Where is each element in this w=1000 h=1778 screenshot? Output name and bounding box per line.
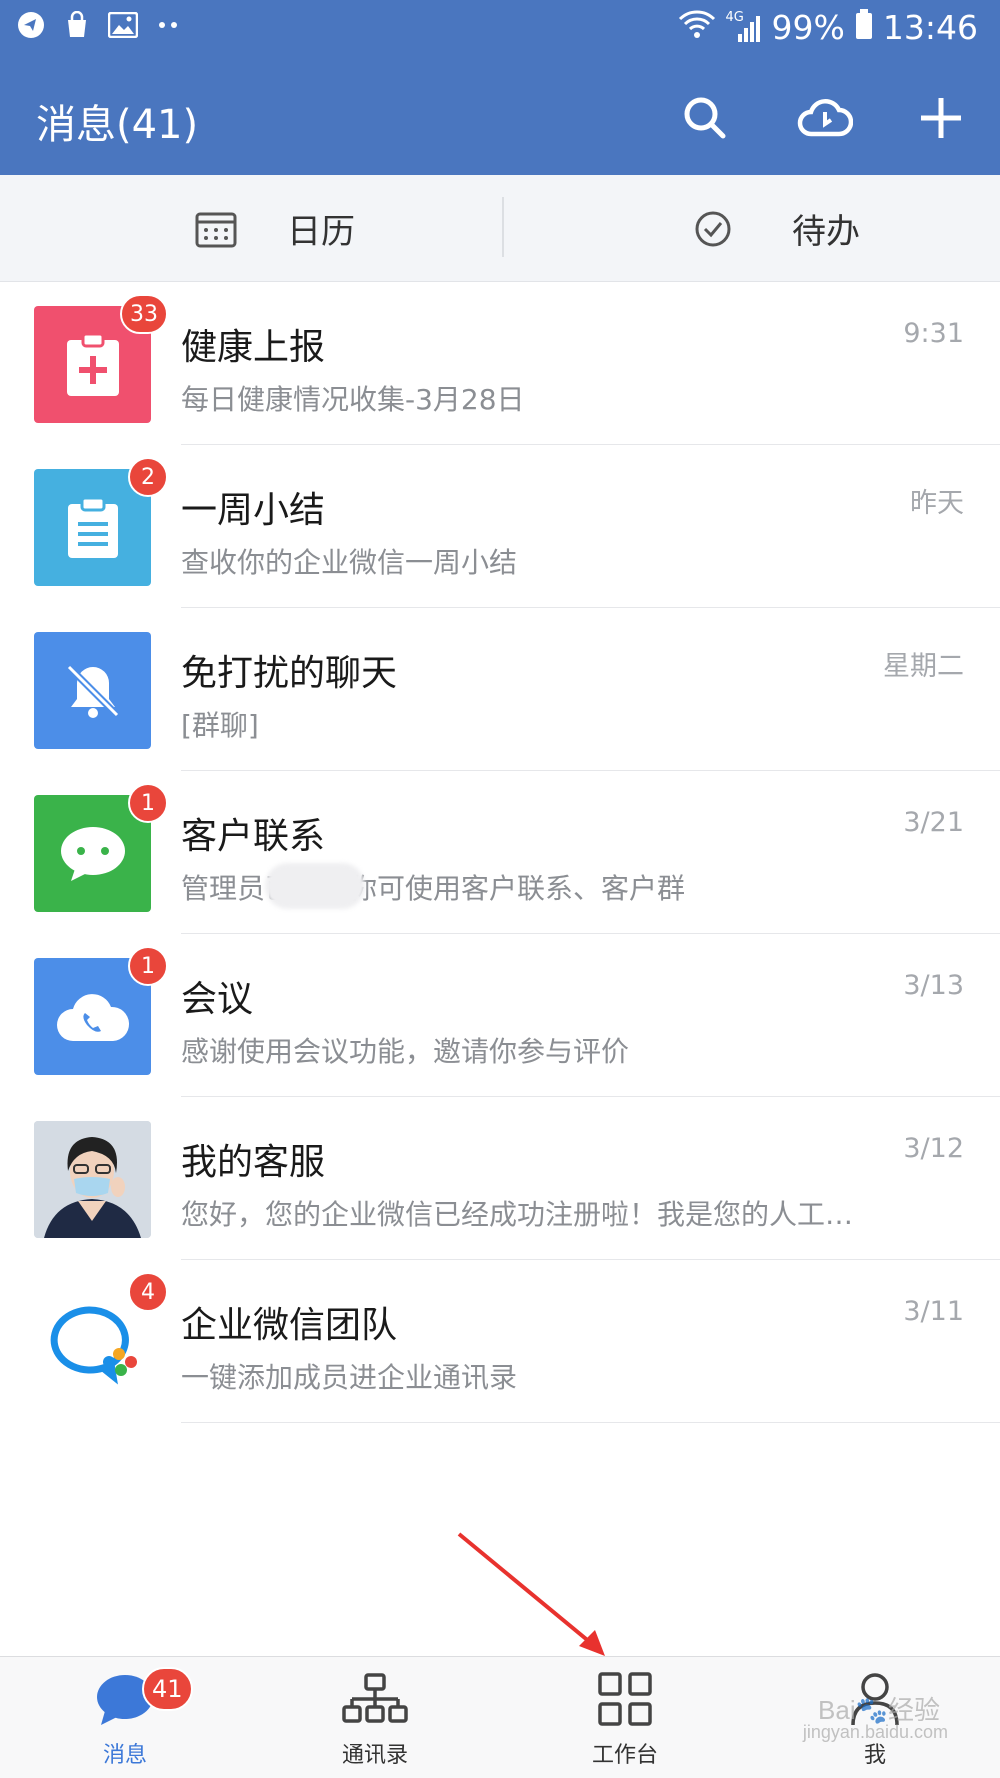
unread-badge: 1	[128, 783, 168, 823]
chat-preview: 每日健康情况收集-3月28日	[181, 383, 525, 416]
gallery-icon	[108, 10, 138, 40]
quick-tabs: 日历 待办	[0, 175, 1000, 282]
list-item[interactable]: 2 一周小结 查收你的企业微信一周小结 昨天	[0, 445, 1000, 608]
grid-icon	[597, 1671, 653, 1731]
status-indicators: 4G 99% 13:46	[678, 8, 978, 47]
bell-muted-icon	[66, 664, 119, 718]
tab-todo-label: 待办	[792, 212, 860, 252]
plus-icon	[921, 98, 961, 138]
chat-avatar: 2	[34, 457, 168, 586]
cell-signal-icon: 4G	[726, 10, 762, 44]
search-button[interactable]	[675, 88, 735, 148]
list-item[interactable]: 免打扰的聊天 [群聊] 星期二	[0, 608, 1000, 771]
nav-messages[interactable]: 41 消息	[0, 1657, 250, 1778]
chat-avatar: 1	[34, 783, 168, 912]
chat-bubble-icon	[60, 826, 125, 881]
unread-badge: 4	[128, 1272, 168, 1312]
cloud-icon	[797, 99, 853, 137]
nav-workbench[interactable]: 工作台	[500, 1657, 750, 1778]
unread-badge: 41	[142, 1667, 193, 1711]
chat-title: 健康上报	[181, 327, 326, 368]
wifi-icon	[678, 8, 716, 47]
chat-avatar	[34, 1121, 151, 1238]
wecom-logo-icon	[50, 1305, 137, 1384]
status-bar: 4G 99% 13:46	[0, 0, 1000, 62]
list-item[interactable]: 1 客户联系 管理员已配置你可使用客户联系、客户群 3/21	[0, 771, 1000, 934]
add-button[interactable]	[911, 88, 971, 148]
medical-clipboard-icon	[66, 332, 119, 396]
notification-icons	[16, 10, 184, 40]
chat-preview: [群聊]	[181, 709, 259, 742]
chat-time: 昨天	[910, 488, 964, 519]
clock: 13:46	[882, 8, 978, 47]
org-chart-icon	[342, 1671, 408, 1731]
chat-title: 企业微信团队	[181, 1305, 398, 1346]
chat-title: 会议	[181, 979, 254, 1020]
chat-avatar: 33	[34, 294, 168, 423]
nav-workbench-label: 工作台	[591, 1743, 658, 1768]
tab-calendar-label: 日历	[287, 212, 355, 252]
divider	[181, 1422, 1000, 1423]
tab-divider	[502, 197, 504, 257]
battery-icon	[855, 8, 873, 47]
chat-title: 客户联系	[181, 816, 326, 857]
chat-preview: 感谢使用会议功能，邀请你参与评价	[181, 1035, 630, 1068]
list-item[interactable]: 我的客服 您好，您的企业微信已经成功注册啦！我是您的人工… 3/12	[0, 1097, 1000, 1260]
watermark-url: jingyan.baidu.com	[802, 1722, 948, 1742]
app-bar: 消息(41)	[0, 62, 1000, 175]
chat-title: 我的客服	[181, 1142, 326, 1183]
search-icon	[684, 97, 726, 139]
chat-preview: 查收你的企业微信一周小结	[181, 546, 518, 579]
chat-time: 星期二	[883, 651, 964, 682]
battery-percent: 99%	[771, 8, 845, 47]
unread-badge: 1	[128, 946, 168, 986]
nav-contacts-label: 通讯录	[341, 1743, 408, 1768]
unread-badge: 2	[128, 457, 168, 497]
tab-calendar[interactable]: 日历	[195, 175, 355, 282]
unread-badge: 33	[120, 294, 168, 334]
bird-app-icon	[16, 10, 46, 40]
calendar-icon	[195, 210, 237, 248]
shopping-bag-icon	[62, 10, 92, 40]
chat-time: 3/13	[903, 970, 964, 1001]
more-dots-icon	[154, 10, 184, 40]
chat-time: 3/12	[903, 1133, 964, 1164]
list-item[interactable]: 33 健康上报 每日健康情况收集-3月28日 9:31	[0, 282, 1000, 445]
chat-avatar	[34, 632, 151, 749]
person-avatar	[34, 1121, 151, 1238]
chat-time: 9:31	[903, 318, 964, 349]
cloud-drive-button[interactable]	[795, 88, 855, 148]
chat-avatar: 4	[34, 1272, 168, 1401]
cloud-phone-icon	[56, 993, 129, 1041]
chat-preview: 您好，您的企业微信已经成功注册啦！我是您的人工…	[181, 1198, 854, 1231]
chat-title: 免打扰的聊天	[181, 653, 398, 694]
clipboard-icon	[67, 496, 118, 558]
chat-title: 一周小结	[181, 490, 326, 531]
chat-avatar: 1	[34, 946, 168, 1075]
check-circle-icon	[694, 210, 732, 248]
chat-preview: 一键添加成员进企业通讯录	[181, 1361, 518, 1394]
chat-time: 3/11	[903, 1296, 964, 1327]
annotation-arrow	[457, 1532, 605, 1656]
redacted-name	[265, 863, 365, 909]
nav-messages-label: 消息	[102, 1743, 147, 1768]
chat-time: 3/21	[903, 807, 964, 838]
list-item[interactable]: 1 会议 感谢使用会议功能，邀请你参与评价 3/13	[0, 934, 1000, 1097]
list-item[interactable]: 4 企业微信团队 一键添加成员进企业通讯录 3/11	[0, 1260, 1000, 1423]
page-title: 消息(41)	[36, 102, 199, 148]
nav-contacts[interactable]: 通讯录	[250, 1657, 500, 1778]
tab-todo[interactable]: 待办	[694, 175, 860, 282]
